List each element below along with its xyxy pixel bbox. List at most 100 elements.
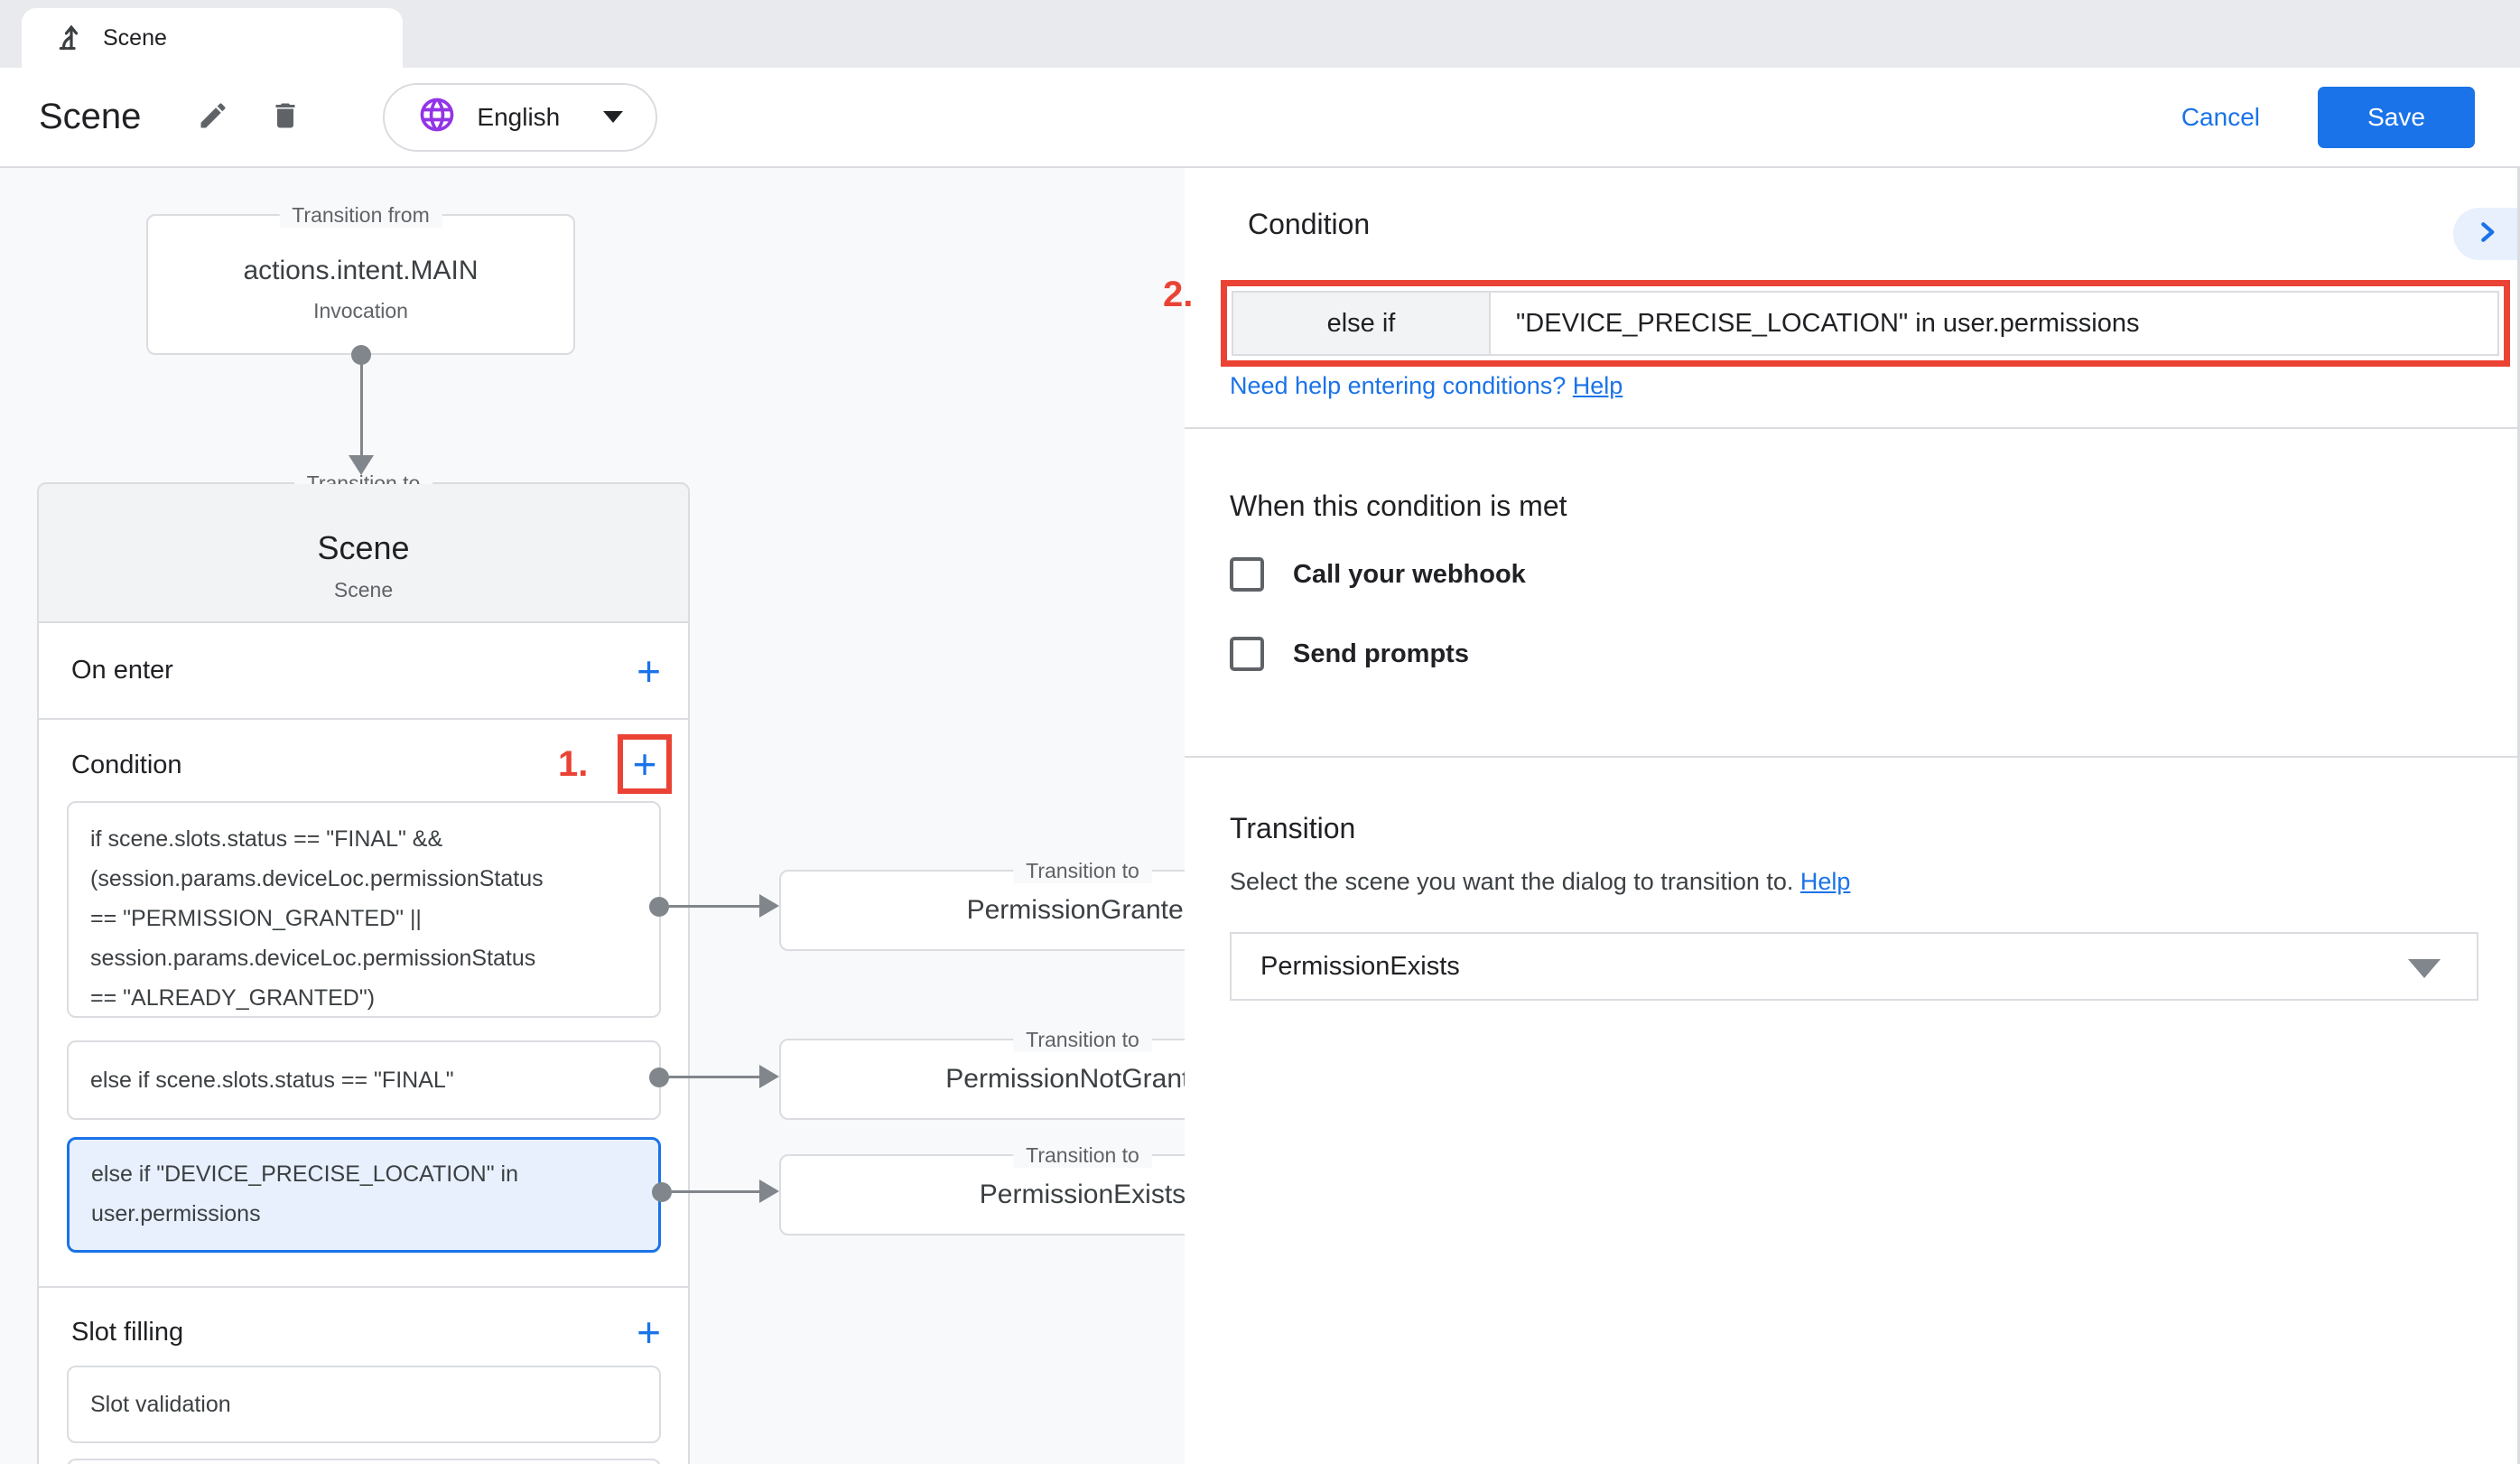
- transition-to-legend: Transition to: [1013, 1028, 1152, 1052]
- on-enter-row: On enter +: [39, 625, 688, 716]
- condition-section-row: Condition: [39, 720, 688, 810]
- condition-line: == "PERMISSION_GRANTED" ||: [90, 899, 637, 938]
- globe-icon: [417, 95, 457, 139]
- when-condition-heading: When this condition is met: [1230, 490, 1567, 523]
- intent-type: Invocation: [148, 299, 573, 323]
- webhook-checkbox-row[interactable]: Call your webhook: [1230, 557, 1526, 592]
- toolbar: Scene English Cancel Save: [0, 68, 2520, 168]
- condition-card-2[interactable]: else if scene.slots.status == "FINAL": [67, 1040, 661, 1120]
- target-name: PermissionNotGranted: [945, 1064, 1185, 1095]
- save-button[interactable]: Save: [2318, 87, 2475, 148]
- else-if-chip[interactable]: else if: [1233, 293, 1491, 354]
- transition-subtitle: Select the scene you want the dialog to …: [1230, 868, 1850, 896]
- add-on-enter-button[interactable]: +: [626, 647, 672, 695]
- annotation-2: 2.: [1163, 275, 1193, 315]
- scene-card: Transition to Scene Scene On enter + Con…: [37, 482, 690, 1464]
- transition-subtitle-text: Select the scene you want the dialog to …: [1230, 868, 1793, 895]
- checkbox-unchecked-icon[interactable]: [1230, 557, 1264, 592]
- page-title: Scene: [39, 97, 141, 137]
- target-permission-exists[interactable]: Transition to PermissionExists: [779, 1154, 1185, 1236]
- connector-line: [360, 355, 363, 455]
- add-slot-button[interactable]: +: [626, 1308, 672, 1357]
- arrowhead-right-icon: [759, 1065, 779, 1088]
- connector-line: [672, 1190, 762, 1193]
- condition-line: (session.params.deviceLoc.permissionStat…: [90, 859, 637, 899]
- connector-line: [669, 905, 763, 908]
- condition-help-link[interactable]: Help: [1573, 372, 1623, 399]
- target-name: PermissionExists: [980, 1180, 1185, 1210]
- trash-icon: [269, 99, 302, 135]
- slot-filling-row: Slot filling +: [39, 1288, 688, 1376]
- condition-detail-panel: Condition 2. else if "DEVICE_PRECISE_LOC…: [1185, 168, 2520, 1464]
- annotation-1: 1.: [558, 744, 588, 785]
- target-permission-not-granted[interactable]: Transition to PermissionNotGranted: [779, 1039, 1185, 1120]
- tab-label: Scene: [103, 25, 167, 51]
- connector-dot: [649, 897, 669, 917]
- slot-card-label: Slot validation: [90, 1392, 231, 1418]
- target-permission-granted[interactable]: Transition to PermissionGranted: [779, 870, 1185, 951]
- scene-fork-icon: [58, 22, 85, 55]
- slot-validation-card[interactable]: Slot validation: [67, 1366, 661, 1443]
- arrowhead-right-icon: [759, 894, 779, 918]
- chevron-down-icon: [603, 111, 623, 123]
- transition-from-card[interactable]: Transition from actions.intent.MAIN Invo…: [146, 214, 575, 355]
- language-label: English: [477, 103, 560, 132]
- condition-line: session.params.deviceLoc.permissionStatu…: [90, 938, 637, 978]
- next-card-partial[interactable]: [67, 1459, 661, 1464]
- panel-condition-heading: Condition: [1248, 208, 1370, 241]
- condition-expression-control: else if "DEVICE_PRECISE_LOCATION" in use…: [1232, 291, 2499, 356]
- connector-dot: [649, 1068, 669, 1087]
- checkbox-unchecked-icon[interactable]: [1230, 637, 1264, 671]
- tab-scene[interactable]: Scene: [22, 8, 403, 68]
- dropdown-caret-icon: [2408, 959, 2441, 978]
- slot-filling-label: Slot filling: [71, 1318, 183, 1347]
- scene-name: Scene: [39, 529, 688, 567]
- condition-help-line: Need help entering conditions? Help: [1230, 372, 1623, 400]
- condition-expression-input[interactable]: "DEVICE_PRECISE_LOCATION" in user.permis…: [1491, 293, 2497, 354]
- transition-scene-value: PermissionExists: [1260, 952, 1460, 982]
- condition-card-1[interactable]: if scene.slots.status == "FINAL" && (ses…: [67, 801, 661, 1018]
- language-selector[interactable]: English: [383, 83, 657, 152]
- target-name: PermissionGranted: [967, 895, 1185, 926]
- cancel-button[interactable]: Cancel: [2176, 102, 2265, 133]
- connector-line: [669, 1076, 763, 1078]
- condition-section-label: Condition: [71, 751, 182, 780]
- intent-name: actions.intent.MAIN: [148, 256, 573, 286]
- collapse-panel-button[interactable]: [2453, 208, 2520, 260]
- divider: [1185, 756, 2520, 758]
- annotation-2-box: else if "DEVICE_PRECISE_LOCATION" in use…: [1221, 280, 2510, 367]
- scene-type: Scene: [39, 578, 688, 602]
- condition-line: == "ALREADY_GRANTED"): [90, 978, 637, 1018]
- on-enter-label: On enter: [71, 656, 173, 685]
- connector-dot: [351, 345, 371, 365]
- transition-from-legend: Transition from: [279, 203, 442, 228]
- condition-line: else if "DEVICE_PRECISE_LOCATION" in: [91, 1154, 637, 1194]
- add-condition-button[interactable]: +: [622, 740, 668, 788]
- help-prefix: Need help entering conditions?: [1230, 372, 1566, 399]
- transition-help-link[interactable]: Help: [1800, 868, 1851, 895]
- transition-to-legend: Transition to: [1013, 1143, 1152, 1168]
- annotation-1-box: +: [618, 734, 672, 794]
- scene-editor-window: Scene Scene English Cancel Save: [0, 0, 2520, 1464]
- transition-heading: Transition: [1230, 812, 1355, 845]
- arrowhead-right-icon: [759, 1180, 779, 1203]
- condition-line: user.permissions: [91, 1194, 637, 1234]
- connector-dot: [652, 1182, 672, 1202]
- condition-line: else if scene.slots.status == "FINAL": [90, 1060, 454, 1100]
- divider: [1185, 427, 2520, 429]
- arrowhead-down-icon: [349, 455, 374, 475]
- flow-canvas: Transition from actions.intent.MAIN Invo…: [0, 168, 1185, 1464]
- delete-button[interactable]: [260, 92, 311, 143]
- edit-button[interactable]: [188, 92, 238, 143]
- webhook-checkbox-label: Call your webhook: [1293, 560, 1526, 590]
- send-prompts-checkbox-label: Send prompts: [1293, 639, 1469, 669]
- transition-to-legend: Transition to: [1013, 859, 1152, 883]
- send-prompts-checkbox-row[interactable]: Send prompts: [1230, 637, 1469, 671]
- scene-card-header[interactable]: Scene Scene: [39, 484, 688, 623]
- transition-scene-select[interactable]: PermissionExists: [1230, 932, 2478, 1001]
- condition-card-3-selected[interactable]: else if "DEVICE_PRECISE_LOCATION" in use…: [67, 1137, 661, 1253]
- chevron-right-icon: [2473, 219, 2500, 250]
- tab-strip: Scene: [0, 0, 2520, 68]
- condition-line: if scene.slots.status == "FINAL" &&: [90, 819, 637, 859]
- pencil-icon: [197, 99, 229, 135]
